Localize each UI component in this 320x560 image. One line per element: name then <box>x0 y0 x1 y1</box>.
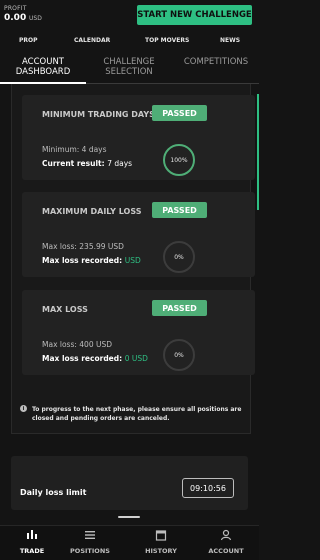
bottom-nav-label: POSITIONS <box>70 547 110 555</box>
objective-card-max-daily-loss: MAXIMUM DAILY LOSS PASSED Max loss: 235.… <box>22 192 255 277</box>
status-badge: PASSED <box>152 105 207 121</box>
nav-link-calendar[interactable]: CALENDAR <box>74 37 110 44</box>
profit-currency: USD <box>29 15 42 22</box>
card-title: MINIMUM TRADING DAYS <box>42 110 155 119</box>
tab-bar: ACCOUNT DASHBOARD CHALLENGE SELECTION CO… <box>0 54 259 84</box>
daily-loss-card: Daily loss limit 09:10:56 <box>11 456 248 510</box>
card-result-label: Max loss recorded: <box>42 354 123 363</box>
bottom-nav-label: TRADE <box>19 547 45 555</box>
start-new-challenge-button[interactable]: START NEW CHALLENGE <box>137 5 252 25</box>
bottom-nav-label: ACCOUNT <box>208 547 244 555</box>
card-result-value: 0 USD <box>124 354 148 363</box>
profit-label: PROFIT <box>4 5 27 12</box>
history-icon <box>155 530 167 541</box>
bottom-nav-positions[interactable]: POSITIONS <box>58 529 122 555</box>
status-badge: PASSED <box>152 300 207 316</box>
card-result: Max loss recorded: USD <box>42 256 141 265</box>
tab-challenge-selection[interactable]: CHALLENGE SELECTION <box>86 57 172 77</box>
top-bar: PROFIT 0.00 USD START NEW CHALLENGE <box>0 0 259 34</box>
status-badge: PASSED <box>152 202 207 218</box>
bottom-nav-account[interactable]: ACCOUNT <box>194 529 258 555</box>
progress-ring: 0% <box>163 241 195 273</box>
card-result-value: USD <box>124 256 141 265</box>
card-result: Max loss recorded: 0 USD <box>42 354 148 363</box>
nav-link-news[interactable]: NEWS <box>220 37 240 44</box>
progress-ring: 0% <box>163 339 195 371</box>
progress-ring: 100% <box>163 144 195 176</box>
card-result-value: 7 days <box>107 159 133 168</box>
tab-competitions[interactable]: COMPETITIONS <box>173 57 259 67</box>
tab-account-dashboard[interactable]: ACCOUNT DASHBOARD <box>0 57 86 77</box>
card-result: Current result: 7 days <box>42 159 132 168</box>
card-title: MAX LOSS <box>42 305 88 314</box>
account-icon <box>220 529 232 541</box>
card-result-label: Max loss recorded: <box>42 256 123 265</box>
objective-card-min-trading-days: MINIMUM TRADING DAYS PASSED Minimum: 4 d… <box>22 95 255 180</box>
sheet-drag-handle[interactable] <box>118 516 140 518</box>
card-title: MAXIMUM DAILY LOSS <box>42 207 142 216</box>
bottom-nav: TRADE POSITIONS HISTORY ACCOUNT <box>0 525 259 560</box>
card-requirement: Max loss: 235.99 USD <box>42 242 124 251</box>
bottom-nav-history[interactable]: HISTORY <box>129 529 193 555</box>
card-result-label: Current result: <box>42 159 105 168</box>
bottom-nav-trade[interactable]: TRADE <box>0 529 64 555</box>
nav-link-prop[interactable]: PROP <box>19 37 38 44</box>
objective-card-max-loss: MAX LOSS PASSED Max loss: 400 USD Max lo… <box>22 290 255 375</box>
phase-note: To progress to the next phase, please en… <box>32 406 242 422</box>
profit-value: 0.00 <box>4 13 27 23</box>
nav-link-top-movers[interactable]: TOP MOVERS <box>145 37 189 44</box>
card-requirement: Minimum: 4 days <box>42 145 107 154</box>
daily-loss-label: Daily loss limit <box>20 488 87 497</box>
daily-loss-timer: 09:10:56 <box>182 478 234 498</box>
scrollbar[interactable] <box>257 94 259 210</box>
nav-links: PROP CALENDAR TOP MOVERS NEWS <box>0 37 259 47</box>
positions-icon <box>85 531 95 539</box>
bottom-nav-label: HISTORY <box>145 547 177 555</box>
card-requirement: Max loss: 400 USD <box>42 340 113 349</box>
trade-icon <box>27 530 37 539</box>
